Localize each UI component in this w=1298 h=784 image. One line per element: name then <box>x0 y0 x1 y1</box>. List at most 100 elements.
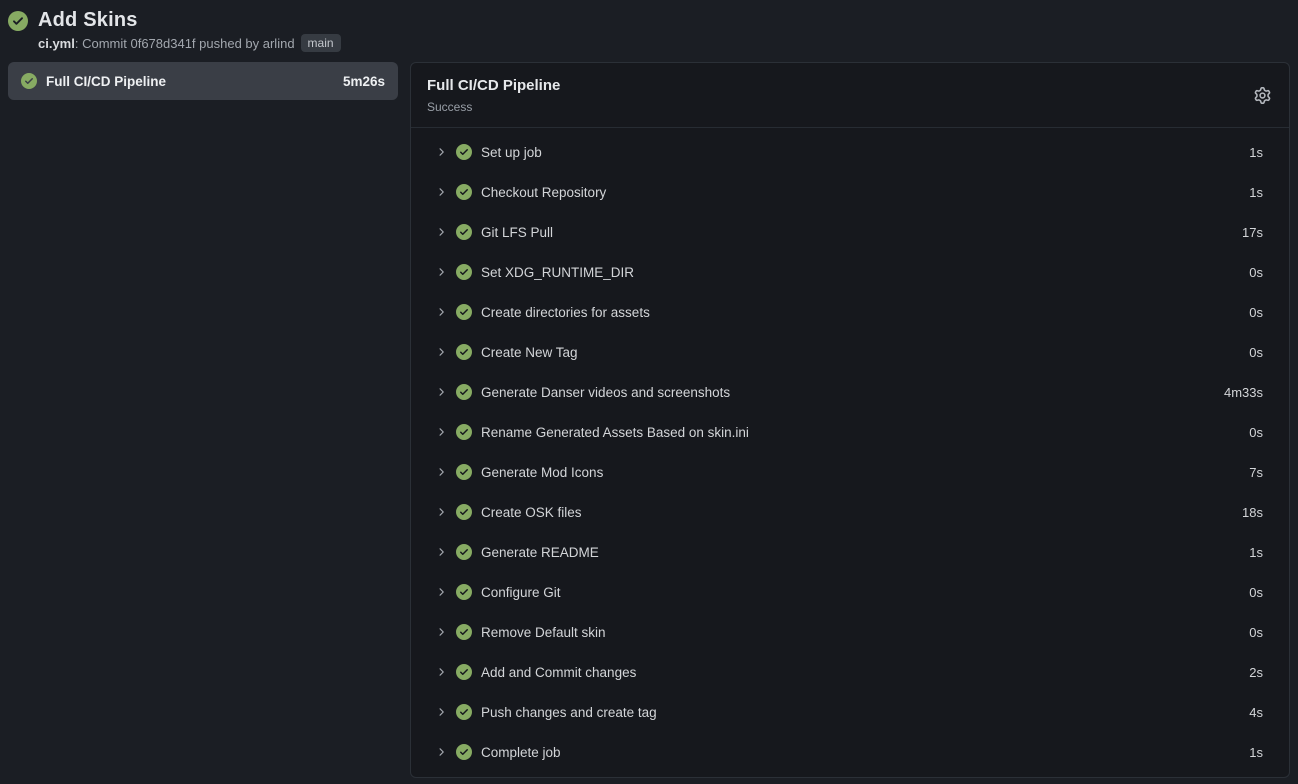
step-success-check-circle-icon <box>456 224 472 240</box>
step-duration: 17s <box>1242 225 1263 240</box>
step-duration: 0s <box>1249 585 1263 600</box>
chevron-right-icon[interactable] <box>435 666 447 678</box>
step-row[interactable]: Create directories for assets 0s <box>411 292 1289 332</box>
commit-text: : Commit 0f678d341f pushed by arlind <box>75 36 295 51</box>
step-success-check-circle-icon <box>456 424 472 440</box>
commit-line: ci.yml: Commit 0f678d341f pushed by arli… <box>38 35 295 52</box>
content: Full CI/CD Pipeline 5m26s Full CI/CD Pip… <box>0 52 1298 778</box>
branch-badge[interactable]: main <box>301 34 341 52</box>
step-success-check-circle-icon <box>456 544 472 560</box>
step-success-check-circle-icon <box>456 704 472 720</box>
job-success-check-circle-icon <box>21 73 37 89</box>
chevron-right-icon[interactable] <box>435 426 447 438</box>
step-name: Generate README <box>481 545 599 560</box>
job-panel-header: Full CI/CD Pipeline Success <box>411 63 1289 128</box>
step-row[interactable]: Remove Default skin 0s <box>411 612 1289 652</box>
step-name: Push changes and create tag <box>481 705 657 720</box>
step-row[interactable]: Generate README 1s <box>411 532 1289 572</box>
chevron-right-icon[interactable] <box>435 746 447 758</box>
step-row[interactable]: Generate Danser videos and screenshots 4… <box>411 372 1289 412</box>
run-subtitle: ci.yml: Commit 0f678d341f pushed by arli… <box>38 34 341 52</box>
step-success-check-circle-icon <box>456 584 472 600</box>
step-row[interactable]: Set XDG_RUNTIME_DIR 0s <box>411 252 1289 292</box>
step-success-check-circle-icon <box>456 144 472 160</box>
step-name: Generate Mod Icons <box>481 465 603 480</box>
step-duration: 1s <box>1249 545 1263 560</box>
run-header-text: Add Skins ci.yml: Commit 0f678d341f push… <box>38 8 341 52</box>
step-row[interactable]: Push changes and create tag 4s <box>411 692 1289 732</box>
step-success-check-circle-icon <box>456 504 472 520</box>
step-name: Generate Danser videos and screenshots <box>481 385 730 400</box>
step-duration: 0s <box>1249 305 1263 320</box>
step-name: Rename Generated Assets Based on skin.in… <box>481 425 749 440</box>
chevron-right-icon[interactable] <box>435 506 447 518</box>
step-success-check-circle-icon <box>456 344 472 360</box>
step-row[interactable]: Set up job 1s <box>411 132 1289 172</box>
run-success-check-circle-icon <box>8 11 28 31</box>
step-row[interactable]: Checkout Repository 1s <box>411 172 1289 212</box>
chevron-right-icon[interactable] <box>435 626 447 638</box>
run-header: Add Skins ci.yml: Commit 0f678d341f push… <box>0 0 1298 52</box>
workflow-file-name: ci.yml <box>38 36 75 51</box>
chevron-right-icon[interactable] <box>435 586 447 598</box>
job-panel-title: Full CI/CD Pipeline <box>427 76 560 96</box>
chevron-right-icon[interactable] <box>435 546 447 558</box>
step-name: Create New Tag <box>481 345 578 360</box>
step-name: Remove Default skin <box>481 625 606 640</box>
step-success-check-circle-icon <box>456 664 472 680</box>
step-success-check-circle-icon <box>456 384 472 400</box>
step-row[interactable]: Configure Git 0s <box>411 572 1289 612</box>
step-duration: 0s <box>1249 425 1263 440</box>
job-duration: 5m26s <box>343 74 385 89</box>
step-duration: 18s <box>1242 505 1263 520</box>
step-name: Set XDG_RUNTIME_DIR <box>481 265 634 280</box>
step-success-check-circle-icon <box>456 744 472 760</box>
step-row[interactable]: Add and Commit changes 2s <box>411 652 1289 692</box>
chevron-right-icon[interactable] <box>435 266 447 278</box>
run-title: Add Skins <box>38 8 341 33</box>
step-duration: 2s <box>1249 665 1263 680</box>
step-duration: 1s <box>1249 185 1263 200</box>
step-name: Complete job <box>481 745 561 760</box>
step-success-check-circle-icon <box>456 264 472 280</box>
job-detail-panel: Full CI/CD Pipeline Success Set up job 1… <box>410 62 1290 778</box>
step-name: Create OSK files <box>481 505 582 520</box>
step-row[interactable]: Create OSK files 18s <box>411 492 1289 532</box>
step-duration: 0s <box>1249 625 1263 640</box>
step-duration: 7s <box>1249 465 1263 480</box>
chevron-right-icon[interactable] <box>435 306 447 318</box>
step-name: Create directories for assets <box>481 305 650 320</box>
step-success-check-circle-icon <box>456 184 472 200</box>
chevron-right-icon[interactable] <box>435 466 447 478</box>
step-row[interactable]: Generate Mod Icons 7s <box>411 452 1289 492</box>
step-success-check-circle-icon <box>456 624 472 640</box>
step-row[interactable]: Git LFS Pull 17s <box>411 212 1289 252</box>
jobs-sidebar: Full CI/CD Pipeline 5m26s <box>8 62 398 100</box>
chevron-right-icon[interactable] <box>435 386 447 398</box>
step-duration: 4m33s <box>1224 385 1263 400</box>
gear-icon[interactable] <box>1252 85 1273 106</box>
sidebar-job-item[interactable]: Full CI/CD Pipeline 5m26s <box>8 62 398 100</box>
step-duration: 0s <box>1249 345 1263 360</box>
step-name: Configure Git <box>481 585 561 600</box>
step-success-check-circle-icon <box>456 464 472 480</box>
chevron-right-icon[interactable] <box>435 146 447 158</box>
job-status-text: Success <box>427 99 560 115</box>
step-name: Git LFS Pull <box>481 225 553 240</box>
step-row[interactable]: Complete job 1s <box>411 732 1289 772</box>
step-name: Set up job <box>481 145 542 160</box>
job-panel-titles: Full CI/CD Pipeline Success <box>427 76 560 115</box>
chevron-right-icon[interactable] <box>435 186 447 198</box>
chevron-right-icon[interactable] <box>435 706 447 718</box>
step-row[interactable]: Create New Tag 0s <box>411 332 1289 372</box>
steps-list: Set up job 1s Checkout Repository 1s Git… <box>411 128 1289 777</box>
step-name: Checkout Repository <box>481 185 606 200</box>
step-duration: 4s <box>1249 705 1263 720</box>
step-duration: 0s <box>1249 265 1263 280</box>
chevron-right-icon[interactable] <box>435 226 447 238</box>
chevron-right-icon[interactable] <box>435 346 447 358</box>
step-name: Add and Commit changes <box>481 665 636 680</box>
step-duration: 1s <box>1249 745 1263 760</box>
step-row[interactable]: Rename Generated Assets Based on skin.in… <box>411 412 1289 452</box>
job-name: Full CI/CD Pipeline <box>46 74 166 89</box>
